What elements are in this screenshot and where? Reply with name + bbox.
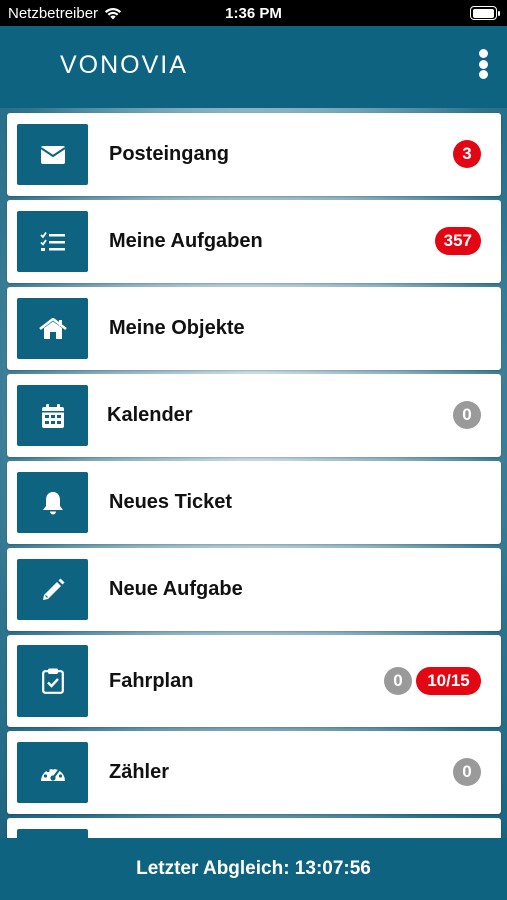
more-dots-icon: [478, 49, 488, 58]
menu-item-meine-aufgaben[interactable]: Meine Aufgaben 357: [7, 200, 501, 283]
menu-item-label: Fahrplan: [109, 670, 194, 692]
menu-item-fahrplan[interactable]: Fahrplan 0 10/15: [7, 635, 501, 727]
bell-icon: [42, 491, 63, 514]
menu-item-icon-tile: [17, 298, 88, 359]
menu-item-label: Kalender: [107, 404, 193, 426]
status-bar: Netzbetreiber 1:36 PM: [0, 0, 507, 26]
app-header: VONOVIA: [0, 26, 507, 108]
more-menu-button[interactable]: [471, 46, 495, 82]
progress-badge: 10/15: [416, 667, 481, 695]
menu-item-label: Zähler: [109, 761, 170, 783]
checklist-icon: [39, 231, 65, 251]
menu-item-icon-tile: [17, 124, 88, 185]
menu-item-posteingang[interactable]: Posteingang 3: [7, 113, 501, 196]
vonovia-logo: VONOVIA: [60, 51, 188, 79]
calendar-icon: [41, 403, 64, 428]
menu-item-label: Meine Aufgaben: [109, 230, 263, 252]
menu-item-neues-ticket[interactable]: Neues Ticket: [7, 461, 501, 544]
speedometer-icon: [40, 765, 65, 781]
menu-item-icon-tile: [17, 385, 88, 446]
meter-count-badge: 0: [453, 758, 481, 786]
menu-item-label: Posteingang: [109, 143, 230, 165]
envelope-icon: [40, 145, 65, 164]
menu-item-zaehler[interactable]: Zähler 0: [7, 731, 501, 814]
clipboard-check-icon: [41, 668, 64, 694]
clock: 1:36 PM: [225, 5, 282, 22]
menu-item-meine-objekte[interactable]: Meine Objekte: [7, 287, 501, 370]
menu-item-icon-tile: [17, 645, 88, 717]
menu-item-kalender[interactable]: Kalender 0: [7, 374, 501, 457]
pencil-icon: [42, 578, 64, 600]
event-count-badge: 0: [453, 401, 481, 429]
stop-count-badge: 0: [384, 667, 412, 695]
menu-item-icon-tile: [17, 472, 88, 533]
last-sync-text: Letzter Abgleich: 13:07:56: [136, 858, 371, 879]
menu-item-label: Neues Ticket: [109, 491, 233, 513]
menu-item-label: Meine Objekte: [109, 317, 245, 339]
unread-count-badge: 3: [453, 140, 481, 168]
battery-icon: [470, 6, 500, 20]
sync-status-bar: Letzter Abgleich: 13:07:56: [0, 838, 507, 900]
menu-item-icon-tile: [17, 742, 88, 803]
menu-item-neue-aufgabe[interactable]: Neue Aufgabe: [7, 548, 501, 631]
task-count-badge: 357: [434, 227, 481, 255]
menu-item-label: Neue Aufgabe: [109, 578, 243, 600]
home-icon: [38, 317, 67, 339]
menu-item-icon-tile: [17, 559, 88, 620]
menu-item-icon-tile: [17, 211, 88, 272]
